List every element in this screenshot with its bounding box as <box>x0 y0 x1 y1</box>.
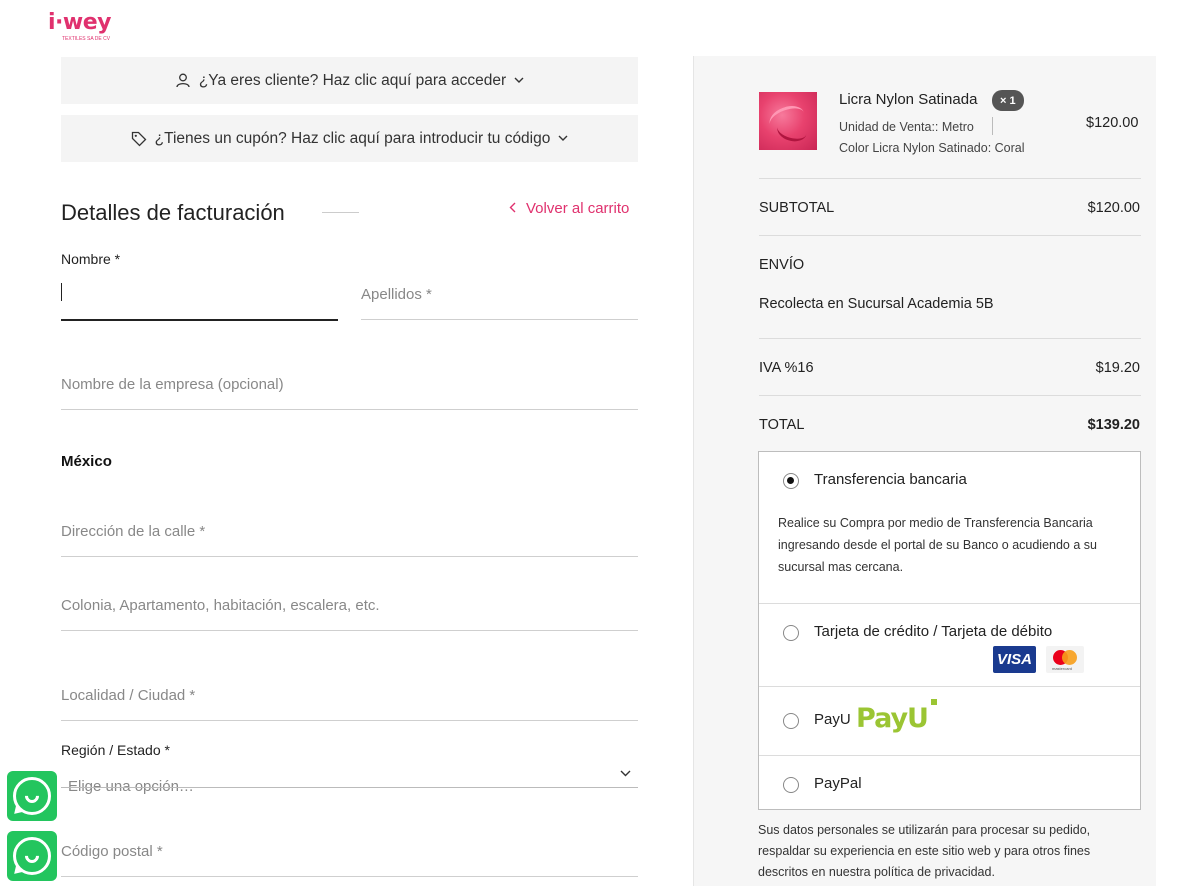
whatsapp-button[interactable] <box>7 771 57 821</box>
region-select-underline <box>61 787 638 788</box>
product-unit-value: Metro <box>941 120 974 134</box>
back-to-cart-link[interactable]: Volver al carrito <box>509 200 629 217</box>
product-unit-label: Unidad de Venta:: <box>839 120 939 134</box>
payment-methods: Transferencia bancaria Realice su Compra… <box>758 451 1141 810</box>
apellidos-field-underline <box>361 319 638 320</box>
product-name[interactable]: Licra Nylon Satinada <box>839 91 977 108</box>
payu-radio[interactable] <box>783 713 799 729</box>
nombre-input[interactable] <box>61 283 62 301</box>
colonia-field-underline <box>61 630 638 631</box>
payu-logo: PayU <box>856 703 929 734</box>
product-thumbnail <box>759 92 817 150</box>
summary-divider <box>759 395 1141 396</box>
login-notice-text: ¿Ya eres cliente? Haz clic aquí para acc… <box>198 71 507 89</box>
empresa-field-underline <box>61 409 638 410</box>
title-divider <box>322 212 359 213</box>
card-radio[interactable] <box>783 625 799 641</box>
quantity-badge: × 1 <box>992 90 1024 111</box>
empresa-input[interactable]: Nombre de la empresa (opcional) <box>61 376 284 393</box>
back-to-cart-label: Volver al carrito <box>526 200 630 217</box>
coupon-notice[interactable]: ¿Tienes un cupón? Haz clic aquí para int… <box>61 115 638 162</box>
visa-icon: VISA <box>993 646 1036 673</box>
privacy-notice: Sus datos personales se utilizarán para … <box>758 823 1091 879</box>
postcode-field-underline <box>61 876 638 877</box>
paypal-radio[interactable] <box>783 777 799 793</box>
chevron-left-icon <box>509 201 516 216</box>
whatsapp-icon <box>13 777 51 815</box>
user-icon <box>175 73 191 89</box>
brand-logo[interactable]: i·wey TEXTILES SA DE CV <box>48 10 118 43</box>
colonia-input[interactable]: Colonia, Apartamento, habitación, escale… <box>61 597 380 614</box>
street-input[interactable]: Dirección de la calle * <box>61 523 205 540</box>
payment-option-payu[interactable]: PayU PayU <box>759 687 1140 756</box>
chevron-down-icon <box>558 135 568 142</box>
card-label[interactable]: Tarjeta de crédito / Tarjeta de débito <box>814 623 1052 640</box>
payu-label[interactable]: PayU <box>814 711 851 728</box>
transfer-radio[interactable] <box>783 473 799 489</box>
billing-title: Detalles de facturación <box>61 200 285 225</box>
meta-divider <box>992 117 993 135</box>
total-value: $139.20 <box>1087 417 1140 433</box>
street-field-underline <box>61 556 638 557</box>
payment-option-transfer[interactable]: Transferencia bancaria Realice su Compra… <box>759 452 1140 604</box>
total-label: TOTAL <box>759 417 805 433</box>
chevron-down-icon[interactable] <box>620 766 631 780</box>
summary-divider <box>759 235 1141 236</box>
postcode-input[interactable]: Código postal * <box>61 843 163 860</box>
apellidos-input[interactable]: Apellidos * <box>361 286 432 303</box>
product-color: Color Licra Nylon Satinado: Coral <box>839 141 1025 155</box>
paypal-label[interactable]: PayPal <box>814 775 862 792</box>
country-value: México <box>61 453 112 470</box>
region-label: Región / Estado * <box>61 742 170 758</box>
product-color-label: Color Licra Nylon Satinado: <box>839 141 992 155</box>
nombre-label: Nombre * <box>61 251 121 267</box>
product-color-value: Coral <box>994 141 1025 155</box>
mastercard-text: mastercard <box>1052 666 1073 671</box>
product-unit: Unidad de Venta:: Metro <box>839 120 974 134</box>
city-field-underline <box>61 720 638 721</box>
product-price: $120.00 <box>1086 115 1139 131</box>
tax-label: IVA %16 <box>759 360 814 376</box>
nombre-field-underline <box>61 319 338 321</box>
whatsapp-icon <box>13 837 51 875</box>
transfer-label[interactable]: Transferencia bancaria <box>814 471 967 488</box>
tax-value: $19.20 <box>1095 360 1140 376</box>
logo-wordmark: i·wey <box>48 10 111 35</box>
shipping-label: ENVÍO <box>759 257 805 273</box>
summary-divider <box>759 338 1141 339</box>
login-notice[interactable]: ¿Ya eres cliente? Haz clic aquí para acc… <box>61 57 638 104</box>
payment-option-paypal[interactable]: PayPal <box>759 756 1140 809</box>
shipping-method: Recolecta en Sucursal Academia 5B <box>759 296 994 312</box>
tag-icon <box>131 131 147 147</box>
mastercard-icon: mastercard <box>1046 646 1084 673</box>
subtotal-value: $120.00 <box>1087 200 1140 216</box>
payu-logo-mark <box>931 699 937 705</box>
transfer-description: Realice su Compra por medio de Transfere… <box>778 516 1097 574</box>
chevron-down-icon <box>514 77 524 84</box>
payment-option-card[interactable]: Tarjeta de crédito / Tarjeta de débito V… <box>759 604 1140 687</box>
city-input[interactable]: Localidad / Ciudad * <box>61 687 195 704</box>
coupon-notice-text: ¿Tienes un cupón? Haz clic aquí para int… <box>154 129 551 147</box>
subtotal-label: SUBTOTAL <box>759 200 835 216</box>
whatsapp-button[interactable] <box>7 831 57 881</box>
logo-tagline: TEXTILES SA DE CV <box>62 36 111 42</box>
summary-divider <box>759 178 1141 179</box>
